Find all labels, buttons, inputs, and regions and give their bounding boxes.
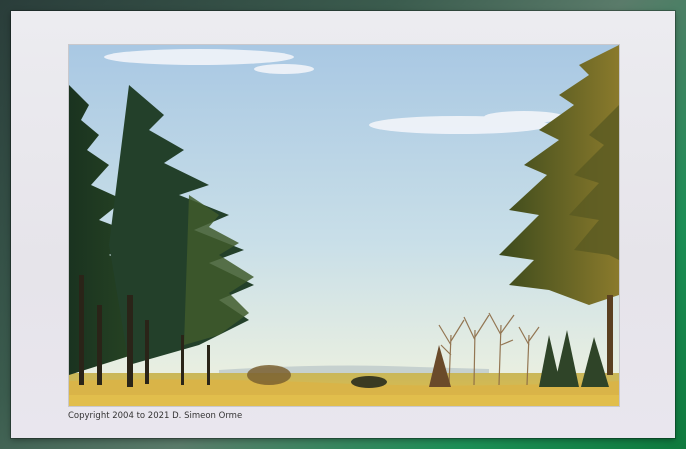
bush [247, 365, 291, 385]
copyright-caption: Copyright 2004 to 2021 D. Simeon Orme [68, 411, 243, 421]
bush [351, 376, 387, 388]
landscape-photo [68, 44, 620, 407]
photo-illustration [69, 45, 619, 406]
